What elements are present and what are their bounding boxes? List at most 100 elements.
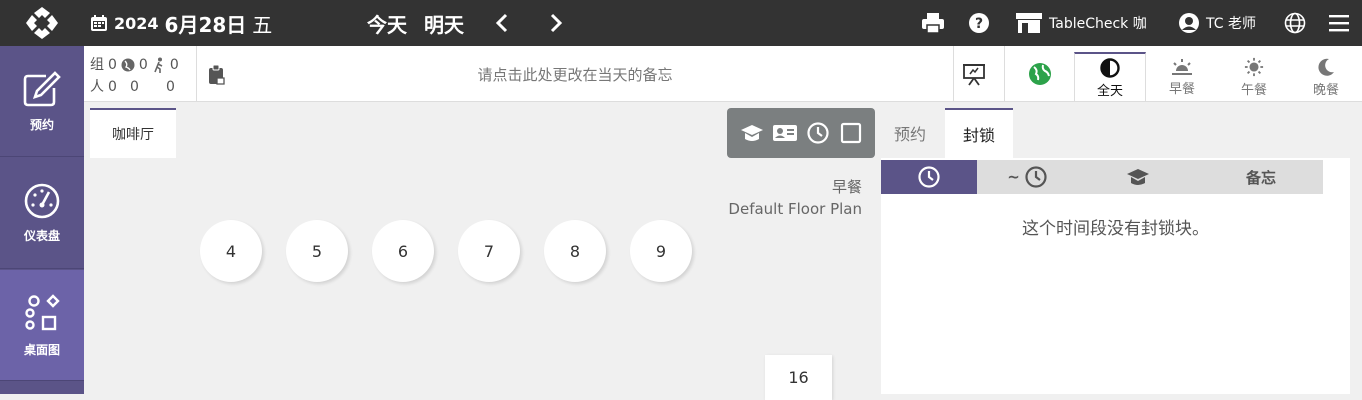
date-month-day: 6月28日 xyxy=(164,12,247,37)
store-selector[interactable]: TableCheck 咖 xyxy=(1015,9,1147,37)
people-label: 人 xyxy=(90,79,104,95)
svg-text:?: ? xyxy=(975,16,983,32)
shapes-icon xyxy=(25,293,60,330)
prev-day-button[interactable] xyxy=(489,10,515,36)
gauge-icon xyxy=(24,183,60,218)
globe-outline-icon xyxy=(1284,12,1306,34)
next-day-button[interactable] xyxy=(543,10,569,36)
sidebar-item-label: 预约 xyxy=(29,117,54,132)
summary-bar: 组 0 0 0 人 0 0 0 请点击此处更改在当天的备忘 全天 早餐 午餐 晚… xyxy=(84,46,1362,102)
date-year: 2024 xyxy=(114,13,159,33)
column-memo[interactable]: 备忘 xyxy=(1199,160,1323,194)
reservation-counts: 组 0 0 0 人 0 0 0 xyxy=(90,54,179,98)
date-picker[interactable]: 2024 6月28日 五 xyxy=(90,8,272,38)
people-counts-row: 人 0 0 0 xyxy=(90,76,179,98)
user-circle-icon xyxy=(1179,13,1199,33)
presentation-button[interactable] xyxy=(953,46,993,102)
user-menu[interactable]: TC 老师 xyxy=(1178,9,1256,37)
today-button[interactable]: 今天 xyxy=(367,8,407,38)
memo-placeholder: 请点击此处更改在当天的备忘 xyxy=(477,65,673,84)
help-button[interactable]: ? xyxy=(968,9,990,37)
meal-lunch[interactable]: 午餐 xyxy=(1218,52,1290,102)
id-card-icon xyxy=(772,125,797,141)
chevron-left-icon xyxy=(495,13,508,33)
blocks-panel: ~ 备忘 这个时间段没有封锁块。 xyxy=(881,158,1350,394)
clock-icon xyxy=(1025,166,1047,188)
group-counts-row: 组 0 0 0 xyxy=(90,54,179,76)
hamburger-icon xyxy=(1329,15,1349,32)
people-walkin: 0 xyxy=(166,79,175,95)
people-web: 0 xyxy=(130,79,139,95)
tab-blocks[interactable]: 封锁 xyxy=(945,108,1013,158)
clipboard-icon xyxy=(209,64,225,85)
meal-all-day[interactable]: 全天 xyxy=(1074,52,1146,102)
graduation-cap-icon xyxy=(1127,169,1149,185)
sunrise-icon xyxy=(1172,58,1192,75)
table-16[interactable]: 16 xyxy=(765,355,832,400)
print-button[interactable] xyxy=(921,9,945,37)
calendar-icon xyxy=(91,15,107,31)
user-name: TC 老师 xyxy=(1206,16,1256,32)
table-6[interactable]: 6 xyxy=(372,220,434,282)
app-logo[interactable] xyxy=(0,0,84,46)
edit-icon xyxy=(23,70,61,106)
sidebar-item-floor-plan[interactable]: 桌面图 xyxy=(0,270,84,381)
menu-button[interactable] xyxy=(1329,9,1349,37)
tab-floor-cafe[interactable]: 咖啡厅 xyxy=(90,108,176,158)
table-8[interactable]: 8 xyxy=(544,220,606,282)
group-label: 组 xyxy=(90,57,104,73)
meal-label: 早餐 xyxy=(1168,81,1195,97)
meal-dinner[interactable]: 晚餐 xyxy=(1290,52,1362,102)
language-button[interactable] xyxy=(1284,9,1306,37)
printer-icon xyxy=(922,13,944,34)
table-7[interactable]: 7 xyxy=(458,220,520,282)
floor-toolbar xyxy=(727,108,875,158)
empty-message: 这个时间段没有封锁块。 xyxy=(1022,219,1209,239)
half-circle-icon xyxy=(1100,57,1120,78)
clock-icon xyxy=(918,166,940,188)
table-4[interactable]: 4 xyxy=(200,220,262,282)
meal-breakfast[interactable]: 早餐 xyxy=(1146,52,1218,102)
sidebar-item-label: 仪表盘 xyxy=(23,228,60,243)
floor-meal-label: 早餐 xyxy=(831,178,862,196)
sidebar-item-dashboard[interactable]: 仪表盘 xyxy=(0,158,84,269)
tab-reservations[interactable]: 预约 xyxy=(876,108,944,158)
sun-icon xyxy=(1244,57,1264,76)
chevron-right-icon xyxy=(550,13,563,33)
side-panel: 预约 封锁 ~ 备忘 这个时间段没有封锁块。 xyxy=(876,102,1362,394)
column-seat[interactable] xyxy=(1077,160,1199,194)
globe-icon xyxy=(1028,63,1051,85)
online-status-button[interactable] xyxy=(1004,46,1074,102)
seat-filter-button[interactable] xyxy=(738,119,766,147)
clock-icon xyxy=(806,122,829,144)
sidebar-item-reservations[interactable]: 预约 xyxy=(0,46,84,157)
square-outline-icon xyxy=(840,122,861,144)
moon-icon xyxy=(1318,58,1334,76)
walking-icon xyxy=(154,57,163,73)
table-5[interactable]: 5 xyxy=(286,220,348,282)
graduation-cap-icon xyxy=(740,125,763,141)
meal-label: 晚餐 xyxy=(1312,82,1339,98)
table-9[interactable]: 9 xyxy=(630,220,692,282)
guest-card-button[interactable] xyxy=(771,119,799,147)
top-bar: 2024 6月28日 五 今天 明天 ? TableCheck 咖 TC 老师 xyxy=(0,0,1362,46)
column-start-time[interactable] xyxy=(881,160,977,194)
date-weekday: 五 xyxy=(252,12,273,37)
meal-label: 午餐 xyxy=(1240,82,1267,98)
group-walkin: 0 xyxy=(169,57,179,73)
sidebar-item-label: 桌面图 xyxy=(23,342,60,357)
tomorrow-button[interactable]: 明天 xyxy=(424,8,464,38)
floor-plan-name: Default Floor Plan xyxy=(728,200,862,218)
column-end-time[interactable]: ~ xyxy=(977,160,1077,194)
presentation-icon xyxy=(962,64,985,86)
column-until-label: ~ xyxy=(1007,168,1020,186)
store-icon xyxy=(1016,13,1042,33)
globe-small-icon xyxy=(121,58,135,72)
time-view-button[interactable] xyxy=(804,119,832,147)
question-circle-icon: ? xyxy=(969,13,989,33)
daily-memo-field[interactable]: 请点击此处更改在当天的备忘 xyxy=(196,46,953,102)
meal-label: 全天 xyxy=(1096,83,1123,99)
select-toggle-button[interactable] xyxy=(837,119,865,147)
logo-icon xyxy=(26,7,58,39)
store-name: TableCheck 咖 xyxy=(1049,16,1147,32)
